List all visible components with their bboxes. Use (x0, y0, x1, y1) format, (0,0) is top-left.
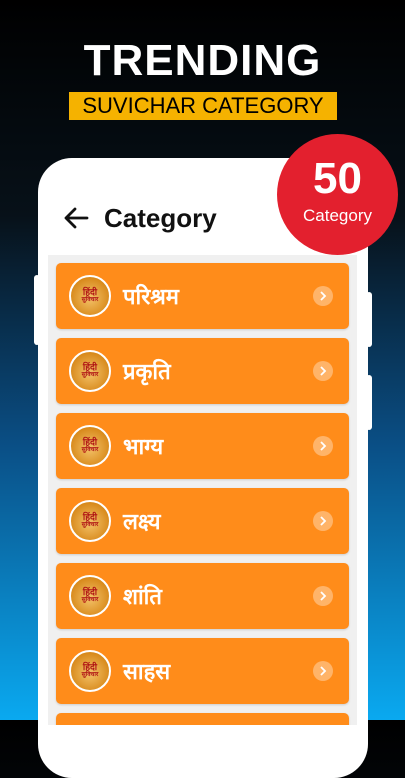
category-item[interactable]: हिंदी सुविचार भाग्य (56, 413, 349, 479)
category-label: परिश्रम (123, 285, 179, 310)
logo-line2: सुविचार (81, 522, 99, 528)
category-item[interactable]: हिंदी सुविचार साहस (56, 638, 349, 704)
category-label: लक्ष्य (123, 510, 161, 535)
logo-line1: हिंदी (82, 362, 98, 372)
category-item[interactable]: हिंदी सुविचार परिश्रम (56, 263, 349, 329)
category-item[interactable]: हिंदी सुविचार शांति (56, 563, 349, 629)
hindi-suvichar-logo-icon: हिंदी सुविचार (69, 500, 111, 542)
chevron-right-icon (313, 286, 333, 306)
chevron-right-icon (313, 361, 333, 381)
logo-line2: सुविचार (81, 597, 99, 603)
logo-line1: हिंदी (82, 662, 98, 672)
logo-line2: सुविचार (81, 447, 99, 453)
category-count-badge: 50 Category (277, 134, 398, 255)
badge-label: Category (303, 206, 372, 225)
category-item-partial[interactable] (56, 713, 349, 725)
logo-line1: हिंदी (82, 437, 98, 447)
logo-line2: सुविचार (81, 672, 99, 678)
logo-line1: हिंदी (82, 587, 98, 597)
category-item[interactable]: हिंदी सुविचार प्रकृति (56, 338, 349, 404)
logo-line2: सुविचार (81, 372, 99, 378)
logo-line1: हिंदी (82, 287, 98, 297)
hindi-suvichar-logo-icon: हिंदी सुविचार (69, 425, 111, 467)
logo-line1: हिंदी (82, 512, 98, 522)
logo-line2: सुविचार (81, 297, 99, 303)
category-item[interactable]: हिंदी सुविचार लक्ष्य (56, 488, 349, 554)
chevron-right-icon (313, 661, 333, 681)
page-title: Category (104, 202, 217, 233)
badge-count: 50 (313, 154, 362, 203)
promo-headline: TRENDING (83, 36, 322, 85)
category-label: साहस (123, 660, 171, 685)
hindi-suvichar-logo-icon: हिंदी सुविचार (69, 350, 111, 392)
category-label: भाग्य (123, 435, 164, 460)
category-list[interactable]: हिंदी सुविचार परिश्रम हिंदी सुविचार प्रक… (48, 255, 357, 725)
chevron-right-icon (313, 586, 333, 606)
category-label: शांति (123, 585, 162, 610)
category-label: प्रकृति (123, 360, 171, 385)
chevron-right-icon (313, 511, 333, 531)
hindi-suvichar-logo-icon: हिंदी सुविचार (69, 575, 111, 617)
chevron-right-icon (313, 436, 333, 456)
promo-subheadline: SUVICHAR CATEGORY (69, 92, 337, 120)
hindi-suvichar-logo-icon: हिंदी सुविचार (69, 650, 111, 692)
arrow-left-icon[interactable] (56, 198, 96, 238)
hindi-suvichar-logo-icon: हिंदी सुविचार (69, 275, 111, 317)
